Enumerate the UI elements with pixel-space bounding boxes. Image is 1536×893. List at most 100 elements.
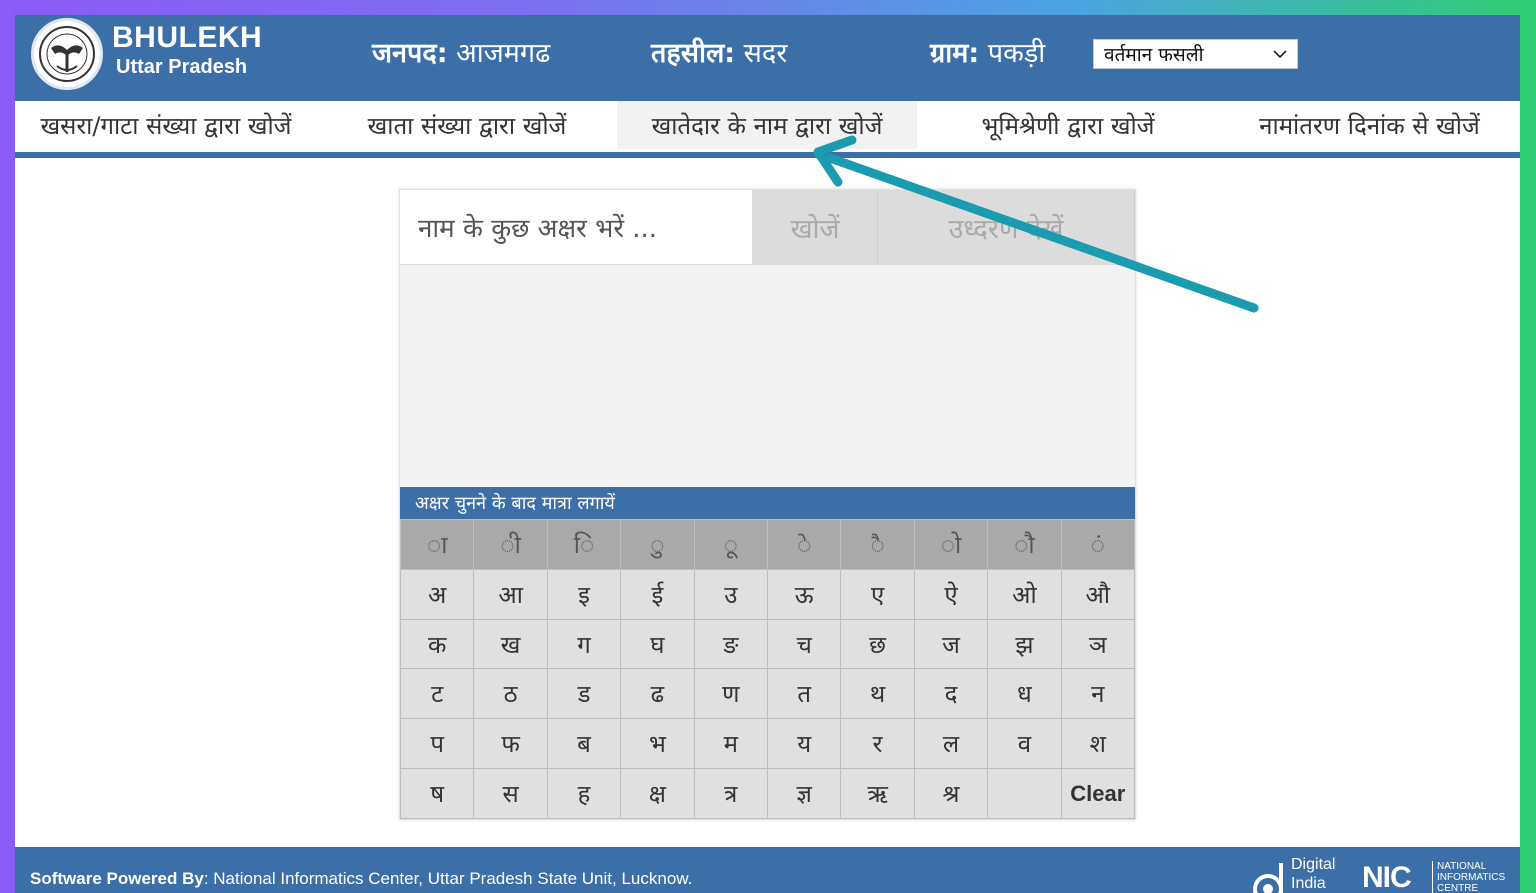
letter-key[interactable]: क bbox=[401, 619, 474, 669]
nic-text: NATIONAL INFORMATICS CENTRE bbox=[1432, 861, 1505, 893]
site-footer: Software Powered By: National Informatic… bbox=[15, 847, 1520, 893]
name-search-panel: नाम के कुछ अक्षर भरें ... खोजें उध्दरण द… bbox=[399, 189, 1136, 820]
footer-powered-label: Software Powered By bbox=[30, 869, 204, 888]
digital-india-line1: Digital bbox=[1291, 856, 1336, 873]
letter-key[interactable]: य bbox=[768, 719, 841, 769]
matra-key[interactable]: े bbox=[768, 520, 841, 569]
tabs-divider bbox=[15, 152, 1520, 158]
letter-key[interactable]: ल bbox=[914, 719, 988, 769]
letter-key[interactable]: ग bbox=[547, 619, 621, 669]
tab-land-category-search[interactable]: भूमिश्रेणी द्वारा खोजें bbox=[917, 101, 1219, 149]
hindi-keyboard: ाीिुूेैोौं अ आ इ ई उ ऊ ए ऐ ओ औ क ख ग घ ङ च छ ज झ ञ ट ठ ड ढ ण त थ द ध न… bbox=[400, 519, 1135, 819]
letter-key[interactable]: त bbox=[768, 669, 841, 719]
nic-line1: NATIONAL bbox=[1437, 861, 1487, 872]
matra-key[interactable]: ू bbox=[694, 520, 767, 569]
letter-key[interactable]: ण bbox=[694, 669, 767, 719]
digital-india-text: Digital India bbox=[1291, 855, 1335, 893]
letter-key[interactable]: झ bbox=[988, 619, 1061, 669]
letter-key[interactable]: क्ष bbox=[621, 769, 694, 818]
search-button[interactable]: खोजें bbox=[753, 190, 878, 265]
gram-field: ग्राम: पकड़ी bbox=[930, 33, 1045, 70]
search-row: नाम के कुछ अक्षर भरें ... खोजें उध्दरण द… bbox=[400, 190, 1135, 265]
letter-key[interactable]: ऊ bbox=[768, 569, 841, 619]
matra-key[interactable]: ौ bbox=[988, 520, 1061, 569]
up-emblem-logo[interactable] bbox=[31, 18, 103, 90]
letter-key[interactable]: ध bbox=[988, 669, 1061, 719]
matra-key[interactable]: ा bbox=[401, 520, 474, 569]
emblem-icon bbox=[39, 26, 95, 82]
tehsil-label: तहसील: bbox=[651, 38, 736, 69]
letter-key[interactable]: द bbox=[914, 669, 988, 719]
footer-powered-text: : National Informatics Center, Uttar Pra… bbox=[203, 869, 693, 888]
gram-value: पकड़ी bbox=[987, 38, 1046, 69]
results-list[interactable] bbox=[400, 265, 1135, 487]
letter-key[interactable]: ए bbox=[841, 569, 914, 619]
tab-khasra-search[interactable]: खसरा/गाटा संख्या द्वारा खोजें bbox=[15, 101, 317, 149]
janpad-label: जनपद: bbox=[372, 38, 448, 69]
tab-khatedar-name-search[interactable]: खातेदार के नाम द्वारा खोजें bbox=[617, 101, 917, 149]
letter-key[interactable]: व bbox=[988, 719, 1061, 769]
letter-key[interactable]: भ bbox=[621, 719, 694, 769]
tab-mutation-date-search[interactable]: नामांतरण दिनांक से खोजें bbox=[1219, 101, 1520, 149]
nic-line3: CENTRE bbox=[1437, 883, 1479, 893]
footer-credit: Software Powered By: National Informatic… bbox=[30, 869, 692, 889]
letter-key[interactable]: ट bbox=[401, 669, 474, 719]
tab-khata-search[interactable]: खाता संख्या द्वारा खोजें bbox=[317, 101, 617, 149]
gram-label: ग्राम: bbox=[930, 38, 980, 69]
letter-key[interactable]: इ bbox=[547, 569, 621, 619]
letter-key[interactable]: ई bbox=[621, 569, 694, 619]
letter-key[interactable]: अ bbox=[401, 569, 474, 619]
letter-key[interactable]: श bbox=[1061, 719, 1134, 769]
page-frame: BHULEKH Uttar Pradesh जनपद: आजमगढ तहसील:… bbox=[15, 15, 1520, 893]
letter-key[interactable]: म bbox=[694, 719, 767, 769]
tehsil-value: सदर bbox=[743, 38, 788, 69]
janpad-value: आजमगढ bbox=[456, 38, 551, 69]
name-search-input[interactable]: नाम के कुछ अक्षर भरें ... bbox=[400, 190, 753, 265]
letter-key[interactable]: उ bbox=[694, 569, 767, 619]
brand-title: BHULEKH bbox=[112, 21, 263, 54]
letter-key[interactable]: औ bbox=[1061, 569, 1134, 619]
matra-key[interactable]: ं bbox=[1061, 520, 1134, 569]
letter-key[interactable]: ऋ bbox=[841, 769, 914, 818]
letter-key[interactable]: ठ bbox=[474, 669, 547, 719]
nic-line2: INFORMATICS bbox=[1437, 872, 1506, 883]
letter-key[interactable]: ष bbox=[401, 769, 474, 818]
letter-key[interactable]: ज्ञ bbox=[768, 769, 841, 818]
janpad-field: जनपद: आजमगढ bbox=[372, 33, 550, 70]
matra-key[interactable]: ु bbox=[621, 520, 694, 569]
view-extract-button[interactable]: उध्दरण देखें bbox=[878, 190, 1135, 265]
letter-key bbox=[988, 769, 1061, 818]
letter-key[interactable]: त्र bbox=[694, 769, 767, 818]
letter-key[interactable]: ऐ bbox=[914, 569, 988, 619]
letter-key[interactable]: च bbox=[768, 619, 841, 669]
letter-key[interactable]: फ bbox=[474, 719, 547, 769]
letter-key[interactable]: ञ bbox=[1061, 619, 1134, 669]
letter-key[interactable]: प bbox=[401, 719, 474, 769]
letter-key[interactable]: र bbox=[841, 719, 914, 769]
letter-key[interactable]: ख bbox=[474, 619, 547, 669]
clear-key[interactable]: Clear bbox=[1061, 769, 1134, 818]
chevron-down-icon bbox=[1273, 50, 1287, 59]
letter-key[interactable]: ड bbox=[547, 669, 621, 719]
letter-key[interactable]: श्र bbox=[914, 769, 988, 818]
letter-key[interactable]: ह bbox=[547, 769, 621, 818]
digital-india-line2: India bbox=[1291, 875, 1326, 892]
letter-key[interactable]: छ bbox=[841, 619, 914, 669]
matra-key[interactable]: ि bbox=[547, 520, 621, 569]
letter-key[interactable]: ब bbox=[547, 719, 621, 769]
tehsil-field: तहसील: सदर bbox=[651, 33, 787, 70]
letter-key[interactable]: ज bbox=[914, 619, 988, 669]
matra-key[interactable]: ी bbox=[474, 520, 547, 569]
letter-key[interactable]: ढ bbox=[621, 669, 694, 719]
letter-key[interactable]: घ bbox=[621, 619, 694, 669]
matra-key[interactable]: ै bbox=[841, 520, 914, 569]
search-tabs: खसरा/गाटा संख्या द्वारा खोजें खाता संख्य… bbox=[15, 101, 1520, 149]
letter-key[interactable]: ओ bbox=[988, 569, 1061, 619]
matra-key[interactable]: ो bbox=[914, 520, 988, 569]
season-select[interactable]: वर्तमान फसली bbox=[1093, 39, 1298, 69]
letter-key[interactable]: आ bbox=[474, 569, 547, 619]
letter-key[interactable]: ङ bbox=[694, 619, 767, 669]
letter-key[interactable]: थ bbox=[841, 669, 914, 719]
letter-key[interactable]: स bbox=[474, 769, 547, 818]
letter-key[interactable]: न bbox=[1061, 669, 1134, 719]
